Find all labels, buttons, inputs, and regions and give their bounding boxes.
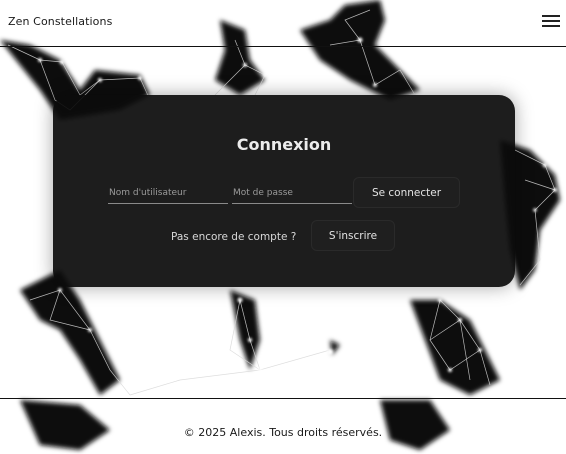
menu-bar <box>542 25 560 27</box>
footer-copyright: © 2025 Alexis. Tous droits réservés. <box>183 426 383 439</box>
hamburger-menu-icon[interactable] <box>542 15 560 27</box>
top-header: Zen Constellations <box>0 0 566 46</box>
password-input[interactable] <box>232 183 352 204</box>
no-account-text: Pas encore de compte ? <box>171 231 297 243</box>
login-button[interactable]: Se connecter <box>353 177 460 208</box>
brand-title[interactable]: Zen Constellations <box>8 15 112 28</box>
header-divider <box>0 46 566 47</box>
footer-divider <box>0 398 566 399</box>
login-title: Connexion <box>236 135 332 154</box>
signup-button[interactable]: S'inscrire <box>311 220 395 251</box>
menu-bar <box>542 20 560 22</box>
login-card: Connexion Se connecter Pas encore de com… <box>53 95 515 287</box>
username-input[interactable] <box>108 183 228 204</box>
menu-bar <box>542 15 560 17</box>
page: Zen Constellations Connexion Se connecte… <box>0 0 566 454</box>
